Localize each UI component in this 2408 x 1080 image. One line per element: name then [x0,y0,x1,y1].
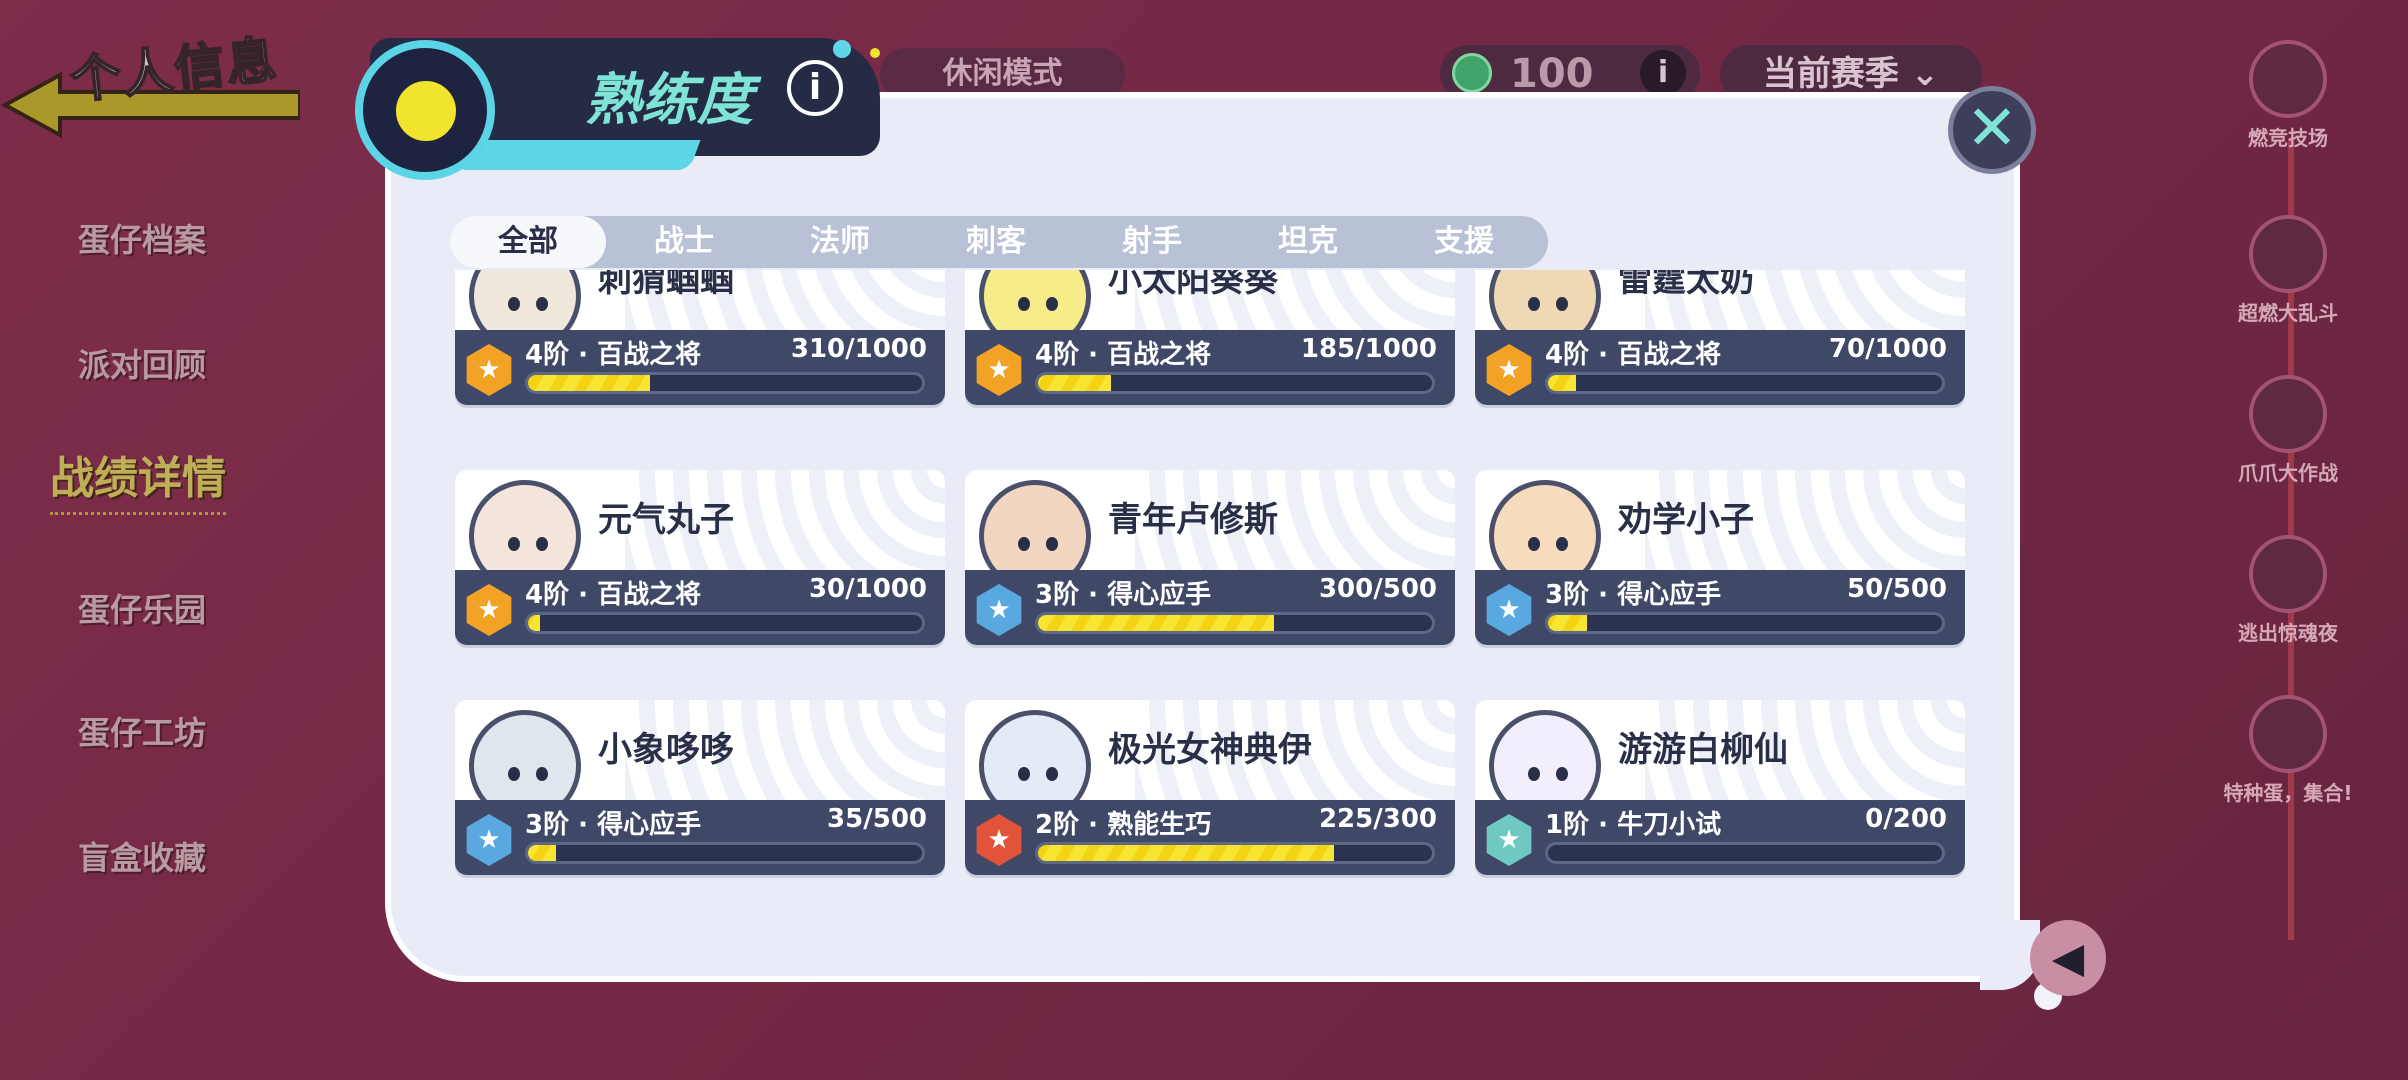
mode-item[interactable]: 爪爪大作战 [2168,375,2408,486]
rank-bar: ★ 3阶 · 得心应手 300/500 [965,570,1455,645]
tab-marksman[interactable]: 射手 [1074,216,1230,268]
tab-support[interactable]: 支援 [1386,216,1542,268]
rank-bar: ★ 4阶 · 百战之将 70/1000 [1475,330,1965,405]
rank-bar: ★ 4阶 · 百战之将 310/1000 [455,330,945,405]
progress-fill [1548,375,1576,391]
hero-card[interactable]: 小太阳葵葵 ★ 4阶 · 百战之将 185/1000 [965,270,1455,405]
hero-card[interactable]: 青年卢修斯 ★ 3阶 · 得心应手 300/500 [965,470,1455,645]
progress-track [1545,612,1945,634]
rank-label: 4阶 · 百战之将 [1545,340,1722,370]
rank-bar: ★ 3阶 · 得心应手 50/500 [1475,570,1965,645]
rank-label: 3阶 · 得心应手 [525,810,702,840]
hero-card-grid: 刺猬蝈蝈 ★ 4阶 · 百战之将 310/1000 小太阳葵葵 ★ 4阶 · 百… [450,270,1970,920]
rank-value: 185/1000 [1300,334,1437,364]
progress-fill [1038,375,1111,391]
info-icon[interactable]: i [787,60,843,116]
hero-card[interactable]: 小象哆哆 ★ 3阶 · 得心应手 35/500 [455,700,945,875]
star-badge-icon: ★ [976,344,1022,396]
coin-value: 100 [1510,51,1594,97]
mode-item[interactable]: 特种蛋，集合! [2168,695,2408,806]
rank-label: 4阶 · 百战之将 [1035,340,1212,370]
star-badge-icon: ★ [466,344,512,396]
progress-track [1545,842,1945,864]
progress-track [1035,372,1435,394]
role-tabs: 全部 战士 法师 刺客 射手 坦克 支援 [450,216,1548,268]
rank-value: 310/1000 [790,334,927,364]
mode-item[interactable]: 超燃大乱斗 [2168,215,2408,326]
progress-fill [528,375,651,391]
rank-bar: ★ 4阶 · 百战之将 185/1000 [965,330,1455,405]
close-icon[interactable]: ✕ [1948,86,2036,174]
progress-fill [528,615,540,631]
decor-dot [870,48,880,58]
progress-fill [1548,615,1588,631]
progress-track [1035,842,1435,864]
rank-value: 30/1000 [808,574,927,604]
rank-label: 2阶 · 熟能生巧 [1035,810,1212,840]
rank-label: 4阶 · 百战之将 [525,340,702,370]
progress-track [525,372,925,394]
mode-item[interactable]: 燃竞技场 [2168,40,2408,151]
progress-track [525,842,925,864]
rank-bar: ★ 4阶 · 百战之将 30/1000 [455,570,945,645]
hero-name: 极光女神典伊 [1108,730,1312,770]
star-badge-icon: ★ [1486,584,1532,636]
progress-fill [1038,615,1275,631]
header-stripe [454,140,701,170]
progress-fill [1038,845,1334,861]
progress-fill [528,845,556,861]
tab-mage[interactable]: 法师 [762,216,918,268]
rank-value: 35/500 [827,804,927,834]
rank-value: 225/300 [1318,804,1437,834]
star-badge-icon: ★ [976,814,1022,866]
hero-card[interactable]: 元气丸子 ★ 4阶 · 百战之将 30/1000 [455,470,945,645]
hero-card[interactable]: 极光女神典伊 ★ 2阶 · 熟能生巧 225/300 [965,700,1455,875]
star-badge-icon: ★ [1486,344,1532,396]
hero-name: 劝学小子 [1618,500,1754,540]
rank-value: 50/500 [1847,574,1947,604]
hero-name: 青年卢修斯 [1108,500,1278,540]
panel-title: 熟练度 [585,68,753,133]
rank-label: 3阶 · 得心应手 [1035,580,1212,610]
hero-name: 游游白柳仙 [1618,730,1788,770]
rank-label: 1阶 · 牛刀小试 [1545,810,1722,840]
progress-track [1035,612,1435,634]
rank-label: 3阶 · 得心应手 [1545,580,1722,610]
hero-card[interactable]: 劝学小子 ★ 3阶 · 得心应手 50/500 [1475,470,1965,645]
rank-value: 300/500 [1318,574,1437,604]
star-badge-icon: ★ [1486,814,1532,866]
progress-track [1545,372,1945,394]
hero-name: 小象哆哆 [598,730,734,770]
rank-label: 4阶 · 百战之将 [525,580,702,610]
coin-icon [1452,53,1492,93]
hero-name: 雷霆太奶 [1618,270,1754,300]
tab-all[interactable]: 全部 [450,216,606,268]
mode-item[interactable]: 逃出惊魂夜 [2168,535,2408,646]
proficiency-icon [355,40,495,180]
info-icon[interactable]: i [1640,50,1686,96]
mode-list: 燃竞技场 超燃大乱斗 爪爪大作战 逃出惊魂夜 特种蛋，集合! [2168,0,2408,1080]
hero-card[interactable]: 刺猬蝈蝈 ★ 4阶 · 百战之将 310/1000 [455,270,945,405]
rank-bar: ★ 1阶 · 牛刀小试 0/200 [1475,800,1965,875]
rank-bar: ★ 3阶 · 得心应手 35/500 [455,800,945,875]
progress-track [525,612,925,634]
star-badge-icon: ★ [976,584,1022,636]
collapse-arrow-icon[interactable]: ◀ [2030,920,2106,996]
tab-warrior[interactable]: 战士 [606,216,762,268]
rank-value: 70/1000 [1828,334,1947,364]
tab-assassin[interactable]: 刺客 [918,216,1074,268]
decor-dot [833,40,851,58]
hero-name: 刺猬蝈蝈 [598,270,734,300]
star-badge-icon: ★ [466,584,512,636]
rank-value: 0/200 [1865,804,1947,834]
hero-name: 元气丸子 [598,500,734,540]
hero-card[interactable]: 雷霆太奶 ★ 4阶 · 百战之将 70/1000 [1475,270,1965,405]
rank-bar: ★ 2阶 · 熟能生巧 225/300 [965,800,1455,875]
tab-tank[interactable]: 坦克 [1230,216,1386,268]
hero-card[interactable]: 游游白柳仙 ★ 1阶 · 牛刀小试 0/200 [1475,700,1965,875]
star-badge-icon: ★ [466,814,512,866]
hero-name: 小太阳葵葵 [1108,270,1278,300]
